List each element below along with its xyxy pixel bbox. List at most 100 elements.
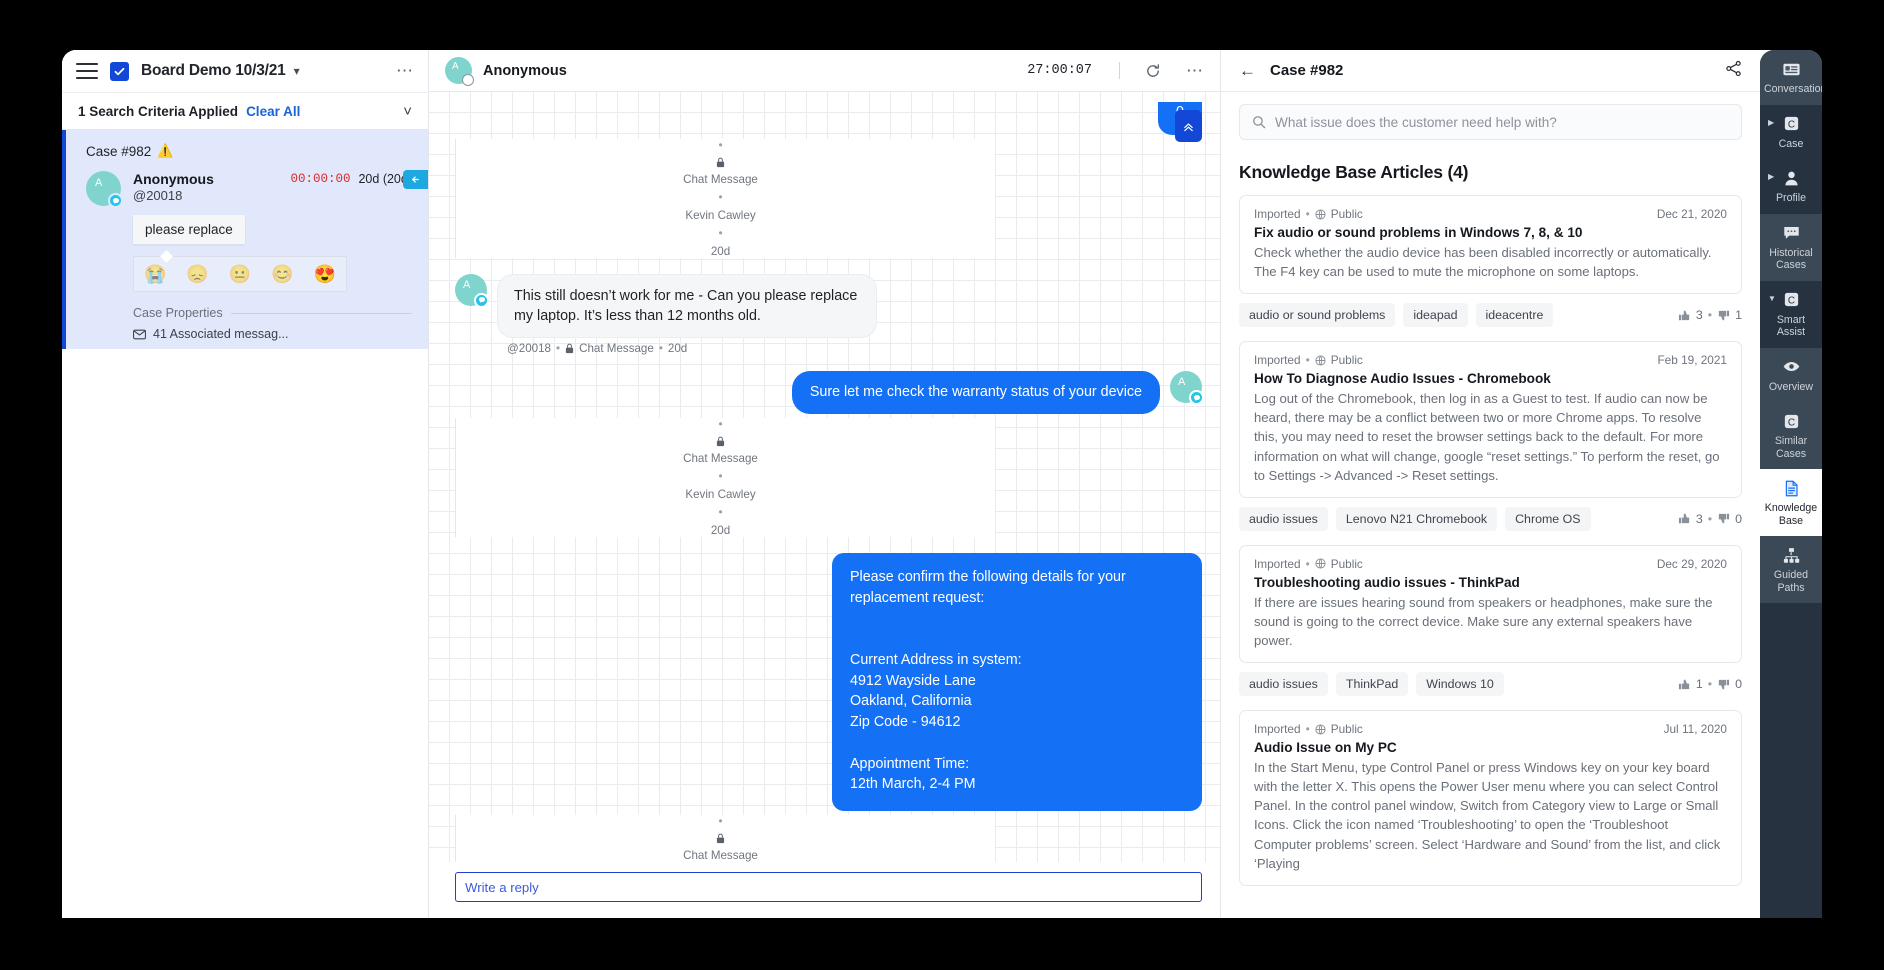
avatar: A — [445, 57, 474, 86]
meta-dot: • — [1707, 677, 1713, 692]
rail-item-case[interactable]: ▶ C Case — [1760, 105, 1822, 160]
kb-search-input[interactable]: What issue does the customer need help w… — [1239, 104, 1742, 140]
board-title: Board Demo 10/3/21 — [141, 62, 286, 79]
rail-item-historical-cases[interactable]: Historical Cases — [1760, 213, 1822, 281]
reply-placeholder: Write a reply — [465, 879, 539, 895]
avatar: A — [86, 171, 123, 208]
kb-downvotes: 0 — [1735, 511, 1742, 526]
kb-tag[interactable]: Lenovo N21 Chromebook — [1335, 506, 1498, 531]
kb-votes: 1 • 0 — [1678, 677, 1742, 691]
app-window: Board Demo 10/3/21 ▾ ⋯ 1 Search Criteria… — [62, 50, 1822, 918]
kb-article-body: In the Start Menu, type Control Panel or… — [1254, 760, 1721, 871]
meta-dot: • — [1305, 207, 1310, 221]
thumbs-down-icon — [1718, 514, 1730, 524]
reply-input[interactable]: Write a reply — [455, 872, 1202, 902]
lock-icon — [565, 344, 574, 354]
meta-age: 20d — [710, 524, 731, 538]
meta-dot: • — [658, 342, 663, 356]
kb-article-title: Audio Issue on My PC — [1254, 740, 1397, 756]
message-row: 0 — [455, 102, 1202, 135]
kb-tag[interactable]: ideacentre — [1475, 303, 1554, 328]
meta-dot: • — [718, 138, 723, 152]
rail-item-profile[interactable]: ▶ Profile — [1760, 159, 1822, 214]
rail-item-guided-paths[interactable]: Guided Paths — [1760, 536, 1822, 603]
rail-label: Case — [1778, 137, 1804, 150]
meta-dot: • — [1305, 722, 1310, 737]
conversation-card-icon — [1764, 58, 1818, 80]
reaction-sad-icon[interactable]: 😞 — [186, 265, 208, 283]
meta-type: Chat Message — [683, 172, 758, 186]
scroll-to-top-button[interactable] — [1175, 110, 1202, 142]
sidebar-more-icon[interactable]: ⋯ — [396, 62, 414, 79]
document-icon — [1764, 477, 1818, 499]
globe-icon — [1315, 558, 1326, 569]
kb-tag[interactable]: audio or sound problems — [1239, 303, 1396, 328]
reaction-bar[interactable]: 😭 😞 😐 😊 😍 — [133, 256, 347, 292]
screen: Board Demo 10/3/21 ▾ ⋯ 1 Search Criteria… — [0, 0, 1884, 970]
kb-card-meta: Imported • Public Dec 21, 2020 — [1254, 207, 1727, 221]
clear-all-button[interactable]: Clear All — [246, 104, 300, 119]
case-timer: 00:00:00 — [290, 172, 351, 186]
lock-icon — [716, 157, 725, 167]
reaction-smile-icon[interactable]: 😊 — [271, 265, 293, 283]
kb-source: Imported — [1254, 207, 1301, 221]
reaction-neutral-icon[interactable]: 😐 — [229, 265, 251, 283]
chat-timer: 27:00:07 — [1027, 63, 1092, 78]
avatar: A — [455, 273, 489, 308]
rail-item-overview[interactable]: Overview — [1760, 347, 1822, 402]
message-meta: • Chat Message • Kevin Cawley • 20d — [455, 418, 995, 538]
case-c-icon: C — [1764, 410, 1818, 432]
meta-age: 20d — [667, 342, 688, 356]
arrow-left-icon[interactable]: ← — [1239, 62, 1256, 79]
kb-tag[interactable]: audio issues — [1239, 672, 1328, 697]
case-list-item[interactable]: Case #982 ⚠️ A Anonymous @20018 00:00:00… — [62, 130, 428, 349]
kb-card-meta: Imported • Public Dec 29, 2020 — [1254, 557, 1727, 571]
refresh-icon[interactable] — [1145, 63, 1161, 79]
avatar-initial: A — [463, 278, 471, 291]
rail-item-smart-assist[interactable]: ▼ C Smart Assist — [1760, 281, 1822, 348]
kb-tag[interactable]: Chrome OS — [1505, 506, 1591, 531]
case-contact-text: Anonymous @20018 — [133, 171, 214, 206]
right-panel-title: Case #982 — [1270, 62, 1344, 79]
kb-article-card[interactable]: Imported • Public Jul 11, 2020 Audio Iss… — [1239, 710, 1742, 886]
kb-tag[interactable]: ideapad — [1403, 303, 1468, 328]
meta-dot: • — [1305, 556, 1310, 571]
meta-dot: • — [718, 814, 723, 828]
meta-type: Chat Message — [579, 342, 654, 356]
reaction-crying-icon[interactable]: 😭 — [144, 265, 166, 283]
kb-source: Imported — [1254, 353, 1301, 368]
collapse-sidebar-button[interactable] — [403, 170, 428, 189]
rail-label: Guided Paths — [1773, 569, 1809, 594]
kb-votes: 3 • 0 — [1678, 512, 1742, 526]
kb-article-list[interactable]: Knowledge Base Articles (4) Imported • P… — [1221, 148, 1760, 918]
reaction-heart-eyes-icon[interactable]: 😍 — [314, 265, 336, 283]
rail-item-knowledge-base[interactable]: Knowledge Base — [1760, 469, 1822, 536]
divider — [230, 312, 412, 314]
share-icon[interactable] — [1725, 60, 1742, 82]
avatar-initial: A — [452, 61, 459, 72]
rail-item-conversation[interactable]: Conversation — [1760, 50, 1822, 105]
kb-tag[interactable]: ThinkPad — [1335, 672, 1409, 697]
chevron-down-icon[interactable]: ▾ — [294, 64, 300, 78]
kb-article-card[interactable]: Imported • Public Dec 21, 2020 Fix audio… — [1239, 195, 1742, 295]
status-badge-icon — [462, 74, 474, 86]
case-contact-row: A Anonymous @20018 00:00:00 20d (20d) — [86, 171, 412, 208]
kb-tag[interactable]: Windows 10 — [1416, 672, 1504, 697]
chat-message-list[interactable]: 0 • Chat Message • Kevin Cawley • 20d — [429, 92, 1220, 862]
left-sidebar: Board Demo 10/3/21 ▾ ⋯ 1 Search Criteria… — [62, 50, 429, 918]
kb-tag[interactable]: audio issues — [1239, 506, 1328, 531]
eye-icon — [1764, 356, 1818, 378]
chat-more-icon[interactable]: ⋯ — [1186, 62, 1204, 79]
right-panel: ← Case #982 What issue does the customer… — [1220, 50, 1760, 918]
kb-article-card[interactable]: Imported • Public Feb 19, 2021 How To Di… — [1239, 341, 1742, 498]
checkbox-icon[interactable] — [110, 61, 129, 81]
right-panel-header: ← Case #982 — [1221, 50, 1760, 92]
chat-channel-badge-icon — [1189, 390, 1204, 406]
menu-icon[interactable] — [76, 63, 98, 79]
kb-article-card[interactable]: Imported • Public Dec 29, 2020 Troublesh… — [1239, 544, 1742, 664]
chevron-down-icon[interactable]: ˅ — [403, 103, 412, 120]
contact-name: Anonymous — [133, 171, 214, 187]
rail-item-similar-cases[interactable]: C Similar Cases — [1760, 402, 1822, 469]
chat-bubble-icon — [1764, 222, 1818, 244]
kb-date: Dec 21, 2020 — [1656, 207, 1727, 221]
